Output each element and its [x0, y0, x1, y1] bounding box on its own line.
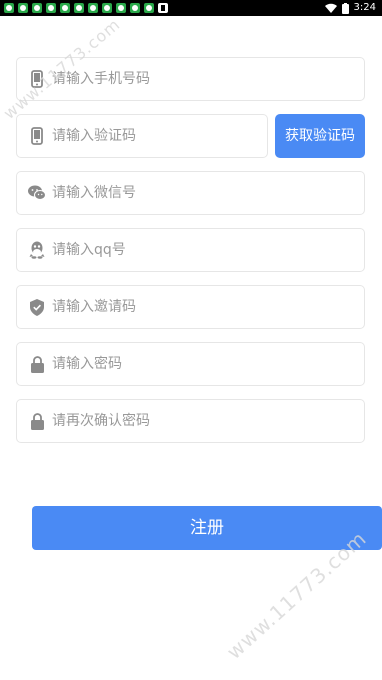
qq-placeholder: 请输入qq号 [52, 242, 126, 258]
app-icon [18, 3, 28, 13]
password-field[interactable]: 请输入密码 [16, 342, 365, 386]
app-icon [88, 3, 98, 13]
app-icon [130, 3, 140, 13]
invite-code-placeholder: 请输入邀请码 [52, 299, 136, 315]
confirm-password-placeholder: 请再次确认密码 [52, 413, 150, 429]
register-button[interactable]: 注册 [32, 506, 382, 550]
app-icon [4, 3, 14, 13]
verify-code-placeholder: 请输入验证码 [52, 128, 136, 144]
lock-icon [28, 355, 46, 373]
app-icon [46, 3, 56, 13]
confirm-password-field[interactable]: 请再次确认密码 [16, 399, 365, 443]
battery-icon [341, 2, 349, 14]
password-placeholder: 请输入密码 [52, 356, 122, 372]
status-time: 3:24 [353, 2, 376, 13]
phone-icon [28, 127, 46, 145]
notification-icons [4, 3, 168, 13]
qq-icon [28, 241, 46, 259]
app-icon [116, 3, 126, 13]
wifi-icon [324, 3, 337, 13]
verify-code-field[interactable]: 请输入验证码 [16, 114, 268, 158]
wechat-placeholder: 请输入微信号 [52, 185, 136, 201]
app-icon [102, 3, 112, 13]
app-icon [144, 3, 154, 13]
invite-code-field[interactable]: 请输入邀请码 [16, 285, 365, 329]
app-icon [60, 3, 70, 13]
wechat-icon [28, 184, 46, 202]
mail-icon [158, 3, 168, 13]
status-bar: 3:24 [0, 0, 382, 16]
get-code-button[interactable]: 获取验证码 [275, 114, 365, 158]
qq-field[interactable]: 请输入qq号 [16, 228, 365, 272]
shield-icon [28, 298, 46, 316]
wechat-field[interactable]: 请输入微信号 [16, 171, 365, 215]
lock-icon [28, 412, 46, 430]
app-icon [74, 3, 84, 13]
app-icon [32, 3, 42, 13]
